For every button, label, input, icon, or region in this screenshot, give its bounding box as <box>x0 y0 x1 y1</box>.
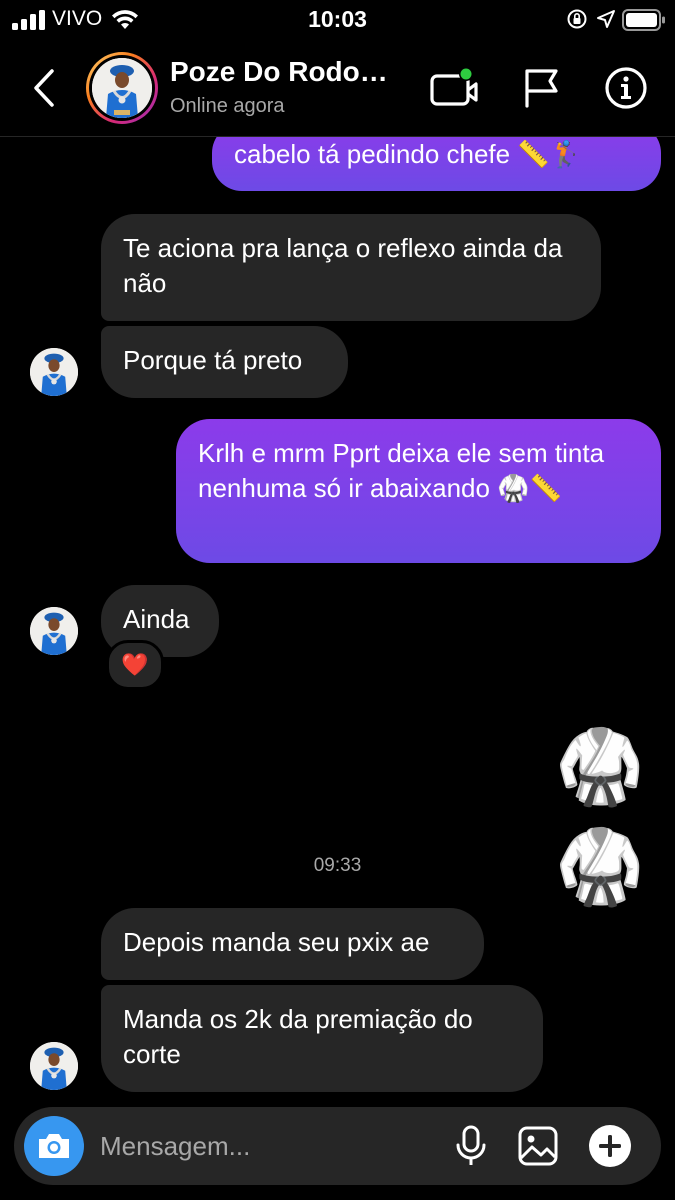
voice-message-button[interactable] <box>446 1121 496 1171</box>
avatar[interactable] <box>30 1042 78 1090</box>
avatar[interactable] <box>30 348 78 396</box>
message-bubble-outgoing[interactable]: Krlh e mrm Pprt deixa ele sem tinta nenh… <box>176 419 661 563</box>
message-bubble-incoming[interactable]: Porque tá preto <box>101 326 348 398</box>
message-bubble-outgoing[interactable]: cabelo tá pedindo chefe 📏🏌 <box>212 137 661 191</box>
camera-button[interactable] <box>24 1116 84 1176</box>
gallery-icon <box>518 1126 558 1166</box>
person-avatar-icon <box>30 607 78 655</box>
message-input[interactable] <box>100 1121 430 1171</box>
person-avatar-icon <box>30 1042 78 1090</box>
info-button[interactable] <box>600 62 652 114</box>
person-avatar-icon <box>30 348 78 396</box>
video-call-button[interactable] <box>428 62 480 114</box>
video-call-icon <box>430 67 478 106</box>
back-arrow-icon <box>34 69 54 107</box>
chat-header: Poze Do Rodo… Online agora <box>0 40 675 137</box>
message-thread[interactable]: cabelo tá pedindo chefe 📏🏌 Te aciona pra… <box>0 137 675 1100</box>
contact-name[interactable]: Poze Do Rodo… <box>170 56 388 88</box>
report-button[interactable] <box>515 62 567 114</box>
back-button[interactable] <box>28 64 60 112</box>
message-bubble-incoming[interactable]: Depois manda seu pxix ae <box>101 908 484 980</box>
avatar[interactable] <box>30 607 78 655</box>
location-arrow-icon <box>597 10 615 28</box>
message-composer <box>14 1107 661 1185</box>
more-options-button[interactable] <box>585 1121 635 1171</box>
orientation-lock-icon <box>567 9 587 29</box>
message-bubble-incoming[interactable]: Te aciona pra lança o reflexo ainda da n… <box>101 214 601 321</box>
contact-avatar[interactable] <box>86 52 158 124</box>
avatar <box>92 58 152 118</box>
message-bubble-incoming[interactable]: Manda os 2k da premiação do corte <box>101 985 543 1092</box>
gallery-button[interactable] <box>513 1121 563 1171</box>
status-bar: VIVO 10:03 <box>0 0 675 40</box>
heart-reaction[interactable]: ❤️ <box>106 640 164 690</box>
info-icon <box>605 67 647 109</box>
microphone-icon <box>456 1125 486 1165</box>
contact-status: Online agora <box>170 95 285 117</box>
plus-icon <box>589 1125 631 1167</box>
person-avatar-icon <box>92 58 152 118</box>
camera-icon <box>39 1134 69 1158</box>
flag-icon <box>525 69 558 108</box>
battery-icon <box>622 9 665 31</box>
emoji-message-outgoing[interactable]: 🥋🥋 <box>470 717 655 907</box>
message-timestamp: 09:33 <box>313 855 362 876</box>
